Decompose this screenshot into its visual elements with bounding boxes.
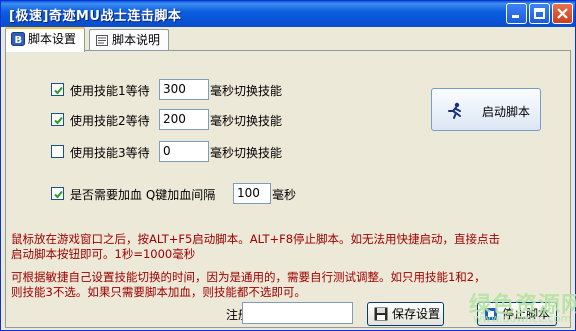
skill-2-suffix: 毫秒切换技能 [210,114,283,128]
info-line-1: 鼠标放在游戏窗口之后，按ALT+F5启动脚本。ALT+F8停止脚本。如无法用快捷… [11,232,501,246]
check-icon [54,86,63,95]
minimize-button[interactable] [506,3,527,24]
info-line-4: 则技能3不选。如果只需要脚本加血，则技能都不选即可。 [11,285,306,299]
start-script-label: 启动脚本 [482,105,531,119]
skill-3-row: 使用技能3等待 0 毫秒切换技能 [51,141,311,163]
window-title: [极速]奇迹MU战士连击脚本 [9,9,182,24]
skill-2-row: 使用技能2等待 200 毫秒切换技能 [51,109,311,131]
skill-1-row: 使用技能1等待 300 毫秒切换技能 [51,79,311,101]
skill-1-label: 使用技能1等待 [70,84,150,98]
heal-checkbox[interactable] [51,187,64,200]
tab-script-settings[interactable]: B 脚本设置 [5,27,85,52]
b-icon: B [11,32,25,46]
close-button[interactable] [552,3,573,24]
skill-2-wait-input[interactable]: 200 [159,109,209,130]
stop-script-button[interactable]: 停止脚本 [477,302,557,326]
tab-script-description[interactable]: 脚本说明 [89,29,169,51]
main-window: [极速]奇迹MU战士连击脚本 B 脚本设置 脚本说明 使用技能1等待 300 毫… [0,0,576,331]
info-line-3: 可根据敏捷自己设置技能切换的时间，因为是通用的，需要自行测试调整。如只用技能1和… [11,270,486,284]
doc-icon [95,33,109,47]
skill-1-suffix: 毫秒切换技能 [210,84,283,98]
register-code-input[interactable] [242,302,353,324]
check-icon [54,116,63,125]
tab-label: 脚本说明 [112,33,161,47]
minimize-icon [512,15,519,18]
skill-1-wait-input[interactable]: 300 [159,79,209,100]
maximize-button[interactable] [529,3,550,24]
runner-icon [448,102,461,119]
maximize-icon [534,8,545,19]
save-settings-label: 保存设置 [392,307,441,321]
close-icon [557,8,568,19]
skill-3-wait-input[interactable]: 0 [159,141,209,162]
skill-3-checkbox[interactable] [51,145,64,158]
heal-interval-input[interactable]: 100 [233,183,271,204]
svg-text:B: B [15,35,23,46]
heal-suffix: 毫秒 [272,188,297,202]
skill-3-label: 使用技能3等待 [70,146,150,160]
floppy-icon [374,307,388,321]
skill-2-checkbox[interactable] [51,113,64,126]
info-line-2: 启动脚本按钮即可。1秒=1000毫秒 [11,247,196,261]
skill-3-suffix: 毫秒切换技能 [210,146,283,160]
heal-row: 是否需要加血 Q键加血间隔 100 毫秒 [51,183,321,205]
skill-1-checkbox[interactable] [51,83,64,96]
heal-label: 是否需要加血 Q键加血间隔 [70,188,216,202]
title-bar[interactable]: [极速]奇迹MU战士连击脚本 [1,1,575,27]
save-settings-button[interactable]: 保存设置 [367,302,444,326]
tab-label: 脚本设置 [28,32,77,46]
skill-2-label: 使用技能2等待 [70,114,150,128]
start-script-button[interactable]: 启动脚本 [431,88,541,131]
stop-icon [485,308,497,320]
stop-script-label: 停止脚本 [502,307,551,321]
check-icon [54,190,63,199]
